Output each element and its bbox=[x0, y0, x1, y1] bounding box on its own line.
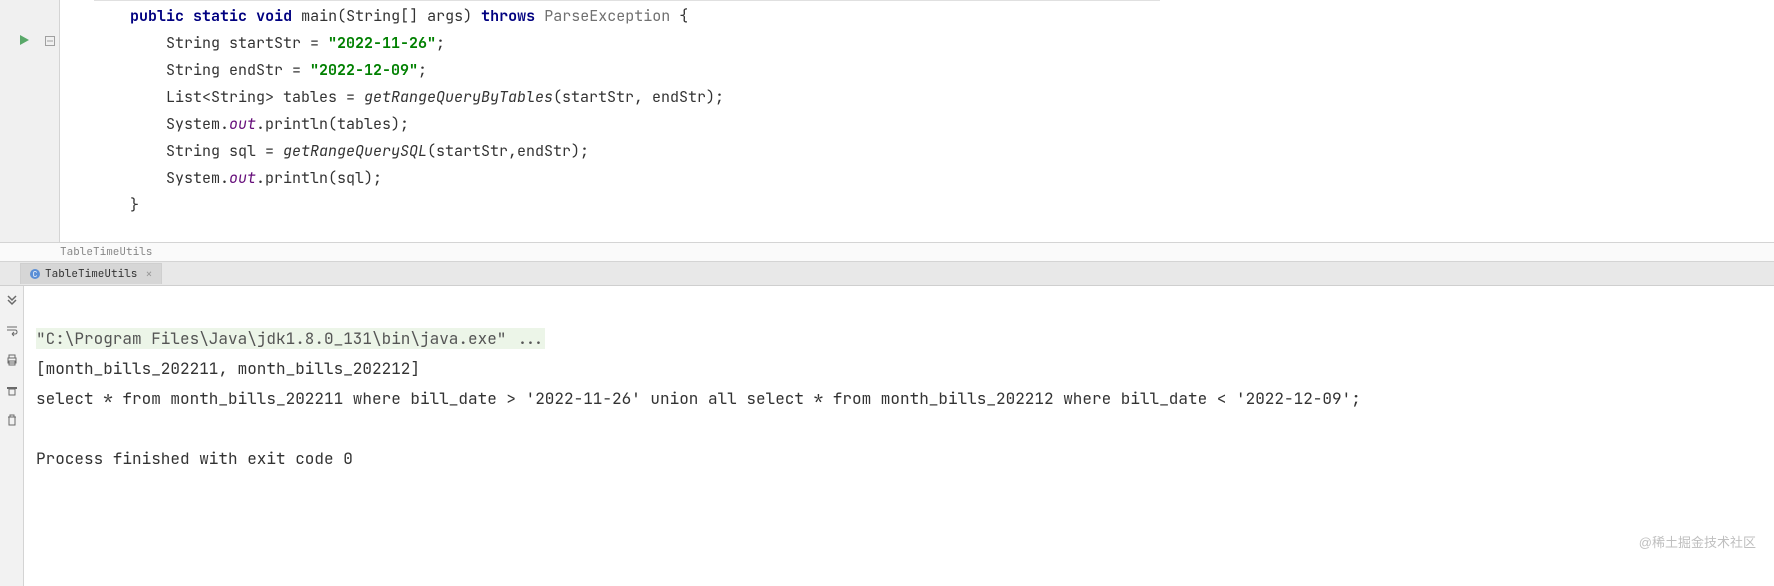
watermark: @稀土掘金技术社区 bbox=[1639, 532, 1756, 551]
breadcrumb[interactable]: TableTimeUtils bbox=[0, 243, 1774, 262]
java-class-icon: C bbox=[29, 268, 41, 280]
run-gutter-icon[interactable] bbox=[18, 33, 30, 51]
console-line: select * from month_bills_202211 where b… bbox=[36, 388, 1361, 409]
svg-text:C: C bbox=[33, 270, 38, 280]
console-exit-line: Process finished with exit code 0 bbox=[36, 448, 353, 469]
fold-icon[interactable] bbox=[45, 33, 55, 51]
console-line: [month_bills_202211, month_bills_202212] bbox=[36, 358, 420, 379]
console-output[interactable]: "C:\Program Files\Java\jdk1.8.0_131\bin\… bbox=[24, 286, 1774, 586]
run-tab-label: TableTimeUtils bbox=[45, 267, 137, 281]
clear-icon[interactable] bbox=[4, 382, 20, 398]
run-tool-gutter bbox=[0, 286, 24, 586]
code-editor[interactable]: public static void main(String[] args) t… bbox=[0, 0, 1774, 243]
code-block[interactable]: public static void main(String[] args) t… bbox=[60, 1, 1774, 219]
console-command-line: "C:\Program Files\Java\jdk1.8.0_131\bin\… bbox=[36, 328, 545, 349]
scroll-to-end-icon[interactable] bbox=[4, 292, 20, 308]
editor-gutter bbox=[0, 0, 60, 242]
print-icon[interactable] bbox=[4, 352, 20, 368]
soft-wrap-icon[interactable] bbox=[4, 322, 20, 338]
run-tab-bar: C TableTimeUtils × bbox=[0, 262, 1774, 286]
trash-icon[interactable] bbox=[4, 412, 20, 428]
run-tool-window: "C:\Program Files\Java\jdk1.8.0_131\bin\… bbox=[0, 286, 1774, 586]
run-tab[interactable]: C TableTimeUtils × bbox=[20, 263, 162, 284]
close-icon[interactable]: × bbox=[141, 266, 152, 282]
